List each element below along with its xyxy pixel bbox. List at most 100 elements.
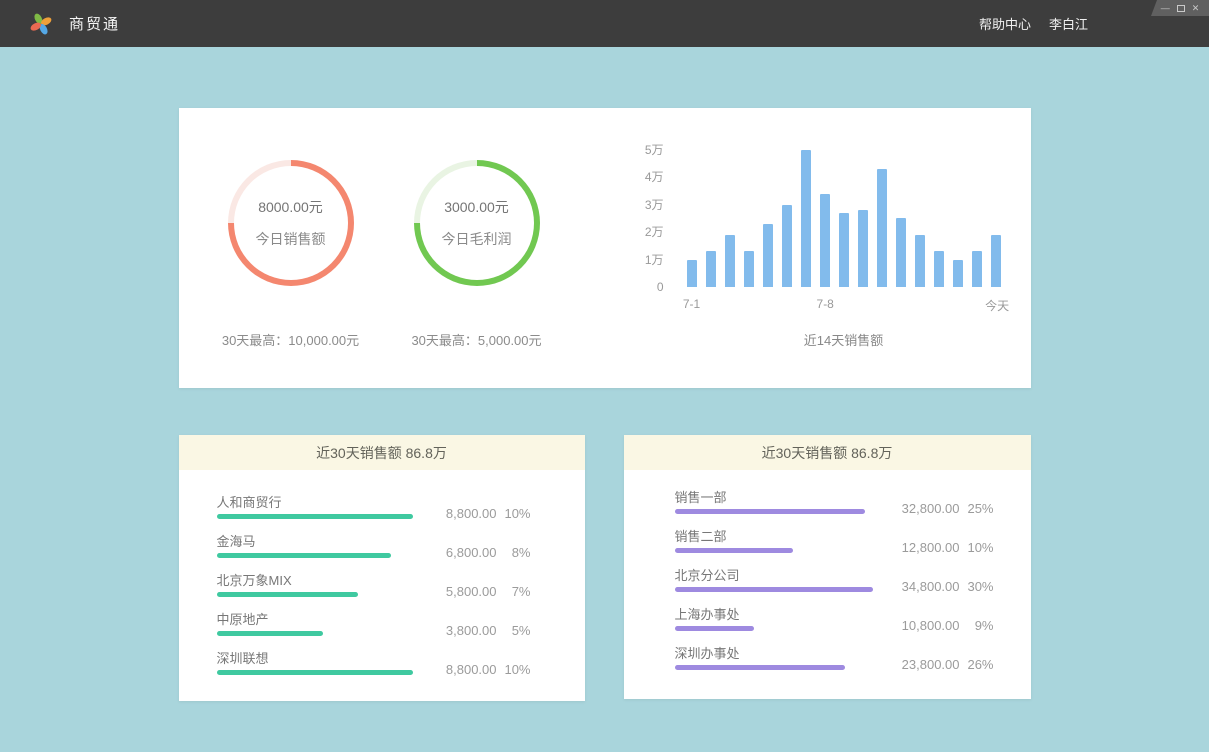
daily-sales-bar <box>820 194 830 288</box>
ranking-row-amount: 8,800.00 <box>431 662 497 677</box>
ranking-row-bar-area <box>675 548 880 553</box>
ranking-row-bar <box>675 587 874 592</box>
maximize-icon[interactable] <box>1177 5 1185 12</box>
bar-chart-title: 近14天销售额 <box>687 330 1001 349</box>
ranking-row-name: 深圳办事处 <box>675 645 894 662</box>
ranking-row-bar <box>217 514 414 519</box>
daily-sales-bar <box>763 224 773 287</box>
ranking-panels: 近30天销售额 86.8万 人和商贸行8,800.0010%金海马6,800.0… <box>179 435 1031 701</box>
today-sales-donut: 8000.00元 今日销售额 <box>228 160 354 286</box>
ranking-row-name: 销售一部 <box>675 489 894 506</box>
ranking-row-bar-area <box>217 514 422 519</box>
ranking-row-values: 12,800.0010% <box>894 540 994 555</box>
y-tick-label: 0 <box>657 280 664 294</box>
ranking-row-percent: 10% <box>497 506 531 521</box>
top-nav: 帮助中心 李白江 <box>979 14 1209 33</box>
ranking-row-name: 上海办事处 <box>675 606 894 623</box>
daily-sales-bar <box>782 205 792 288</box>
ranking-row-name: 北京分公司 <box>675 567 894 584</box>
department-sales-panel: 近30天销售额 86.8万 销售一部32,800.0025% 销售二部12,800… <box>624 435 1031 699</box>
ranking-row-bar-area <box>675 587 880 592</box>
ranking-row-percent: 26% <box>960 657 994 672</box>
today-sales-value: 8000.00元 <box>258 197 323 217</box>
ranking-row-amount: 23,800.00 <box>894 657 960 672</box>
daily-sales-bar <box>706 251 716 287</box>
y-tick-label: 3万 <box>645 198 664 212</box>
ranking-row-values: 8,800.0010% <box>431 662 531 677</box>
today-sales-label: 今日销售额 <box>256 229 326 249</box>
ranking-row-bar <box>675 626 755 631</box>
bar-chart-y-axis: 01万2万3万4万5万 <box>634 135 664 287</box>
x-tick-label: 今天 <box>985 297 1009 314</box>
today-profit-donut-center: 3000.00元 今日毛利润 <box>414 160 540 286</box>
ranking-row-percent: 8% <box>497 545 531 560</box>
ranking-row: 金海马6,800.008% <box>217 533 531 558</box>
ranking-row-bar <box>675 548 794 553</box>
today-summary-card: 8000.00元 今日销售额 30天最高：10,000.00元 3000.00元… <box>179 108 1031 388</box>
ranking-row: 深圳联想8,800.0010% <box>217 650 531 675</box>
today-profit-donut: 3000.00元 今日毛利润 <box>414 160 540 286</box>
ranking-row: 深圳办事处23,800.0026% <box>675 645 994 670</box>
ranking-row-name: 中原地产 <box>217 611 431 628</box>
ranking-row-bar-area <box>217 592 422 597</box>
ranking-row-percent: 10% <box>960 540 994 555</box>
ranking-row-bar <box>675 665 845 670</box>
ranking-row-percent: 30% <box>960 579 994 594</box>
ranking-row-amount: 12,800.00 <box>894 540 960 555</box>
ranking-row-percent: 10% <box>497 662 531 677</box>
ranking-row-bar-area <box>217 631 422 636</box>
app-logo-icon <box>28 10 54 38</box>
app-title: 商贸通 <box>69 13 120 34</box>
ranking-row: 销售二部12,800.0010% <box>675 528 994 553</box>
today-sales-donut-center: 8000.00元 今日销售额 <box>228 160 354 286</box>
department-sales-panel-title: 近30天销售额 86.8万 <box>624 435 1031 470</box>
ranking-row-percent: 25% <box>960 501 994 516</box>
daily-sales-bar <box>801 150 811 288</box>
today-profit-value: 3000.00元 <box>444 197 509 217</box>
ranking-row-bar <box>217 553 391 558</box>
ranking-row-name: 北京万象MIX <box>217 572 431 589</box>
ranking-row-percent: 7% <box>497 584 531 599</box>
customer-sales-panel-title: 近30天销售额 86.8万 <box>179 435 585 470</box>
help-center-link[interactable]: 帮助中心 <box>979 14 1031 33</box>
daily-sales-bar <box>839 213 849 287</box>
bar-chart-plot: 01万2万3万4万5万 <box>634 135 1014 287</box>
ranking-row: 北京分公司34,800.0030% <box>675 567 994 592</box>
y-tick-label: 1万 <box>645 253 664 267</box>
y-tick-label: 5万 <box>645 143 664 157</box>
ranking-row-bar-area <box>675 626 880 631</box>
ranking-row-amount: 5,800.00 <box>431 584 497 599</box>
daily-sales-bar <box>687 260 697 288</box>
ranking-row-amount: 32,800.00 <box>894 501 960 516</box>
ranking-row-bar-area <box>675 509 880 514</box>
y-tick-label: 4万 <box>645 170 664 184</box>
ranking-row: 上海办事处10,800.009% <box>675 606 994 631</box>
ranking-row-values: 34,800.0030% <box>894 579 994 594</box>
department-sales-list: 销售一部32,800.0025% 销售二部12,800.0010% 北京分公司34,… <box>624 470 1031 670</box>
current-user-link[interactable]: 李白江 <box>1049 14 1088 33</box>
ranking-row-values: 3,800.005% <box>431 623 531 638</box>
daily-sales-bar <box>972 251 982 287</box>
ranking-row-bar <box>217 631 324 636</box>
ranking-row-name: 金海马 <box>217 533 431 550</box>
minimize-icon[interactable]: — <box>1161 4 1170 13</box>
ranking-row-amount: 34,800.00 <box>894 579 960 594</box>
daily-sales-bar <box>725 235 735 287</box>
ranking-row-bar-area <box>675 665 880 670</box>
daily-sales-bar <box>877 169 887 287</box>
daily-sales-bar <box>896 218 906 287</box>
ranking-row-amount: 3,800.00 <box>431 623 497 638</box>
daily-sales-bar <box>991 235 1001 287</box>
dashboard: 8000.00元 今日销售额 30天最高：10,000.00元 3000.00元… <box>0 108 1209 701</box>
ranking-row-values: 10,800.009% <box>894 618 994 633</box>
ranking-row: 销售一部32,800.0025% <box>675 489 994 514</box>
close-icon[interactable]: ✕ <box>1192 4 1200 13</box>
customer-sales-list: 人和商贸行8,800.0010%金海马6,800.008%北京万象MIX5,80… <box>179 470 585 675</box>
daily-sales-bar <box>953 260 963 288</box>
ranking-row-amount: 8,800.00 <box>431 506 497 521</box>
ranking-row: 中原地产3,800.005% <box>217 611 531 636</box>
ranking-row-amount: 6,800.00 <box>431 545 497 560</box>
x-tick-label: 7-8 <box>817 297 834 311</box>
ranking-row-bar <box>217 592 358 597</box>
ranking-row-percent: 9% <box>960 618 994 633</box>
